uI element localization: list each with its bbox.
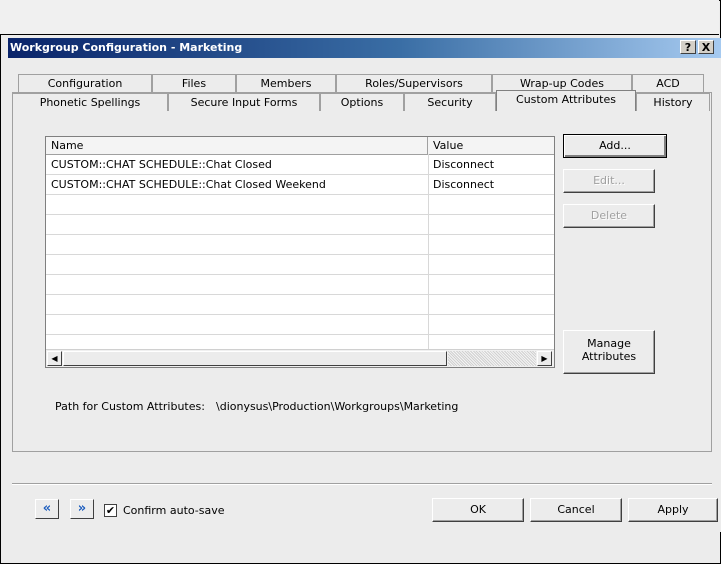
empty-row [46, 315, 554, 335]
dialog-titlebar: Workgroup Configuration - Marketing ? X [8, 38, 721, 58]
empty-row [46, 215, 554, 235]
path-label: Path for Custom Attributes: [55, 400, 205, 413]
table-row[interactable]: CUSTOM::CHAT SCHEDULE::Chat Closed Disco… [46, 155, 554, 175]
cell-name: CUSTOM::CHAT SCHEDULE::Chat Closed Weeke… [51, 178, 326, 191]
empty-row [46, 195, 554, 215]
tab-custom-attributes[interactable]: Custom Attributes [496, 90, 636, 111]
tab-members[interactable]: Members [236, 74, 336, 92]
custom-attributes-list[interactable]: Name Value CUSTOM::CHAT SCHEDULE::Chat C… [45, 136, 555, 368]
confirm-autosave-checkbox[interactable]: ✔ [104, 504, 117, 517]
cell-value: Disconnect [433, 158, 495, 171]
table-row[interactable]: CUSTOM::CHAT SCHEDULE::Chat Closed Weeke… [46, 175, 554, 195]
confirm-autosave-label[interactable]: Confirm auto-save [123, 504, 225, 517]
empty-row [46, 235, 554, 255]
tab-phonetic-spellings[interactable]: Phonetic Spellings [12, 93, 168, 111]
footer-separator [12, 483, 712, 485]
path-value: \dionysus\Production\Workgroups\Marketin… [216, 400, 459, 413]
column-header-name[interactable]: Name [46, 137, 428, 154]
ok-button[interactable]: OK [432, 498, 524, 522]
manage-attributes-label-line1: Manage [587, 337, 631, 350]
cell-name: CUSTOM::CHAT SCHEDULE::Chat Closed [51, 158, 272, 171]
apply-button[interactable]: Apply [628, 498, 718, 522]
next-icon[interactable]: » [70, 499, 94, 519]
tab-security[interactable]: Security [404, 93, 496, 111]
tab-options[interactable]: Options [320, 93, 404, 111]
tab-files[interactable]: Files [152, 74, 236, 92]
scroll-left-icon[interactable]: ◀ [47, 351, 62, 366]
column-header-value[interactable]: Value [428, 137, 554, 154]
outer-window-top-area [0, 0, 719, 35]
scrollbar-thumb[interactable] [63, 351, 447, 366]
cell-value: Disconnect [433, 178, 495, 191]
list-header: Name Value [46, 137, 554, 155]
tab-secure-input-forms[interactable]: Secure Input Forms [168, 93, 320, 111]
close-button[interactable]: X [698, 40, 714, 54]
scrollbar-track[interactable] [448, 351, 536, 366]
horizontal-scrollbar[interactable]: ◀ ▶ [46, 349, 554, 367]
tab-history[interactable]: History [636, 93, 710, 111]
edit-button[interactable]: Edit... [563, 169, 655, 193]
tab-roles-supervisors[interactable]: Roles/Supervisors [336, 74, 492, 92]
scroll-right-icon[interactable]: ▶ [537, 351, 552, 366]
cancel-button[interactable]: Cancel [530, 498, 622, 522]
manage-attributes-label-line2: Attributes [581, 350, 637, 363]
manage-attributes-button[interactable]: Manage Attributes [563, 330, 655, 374]
dialog-title: Workgroup Configuration - Marketing [10, 41, 243, 54]
previous-icon[interactable]: « [35, 499, 59, 519]
help-button[interactable]: ? [680, 40, 696, 54]
empty-row [46, 295, 554, 315]
delete-button[interactable]: Delete [563, 204, 655, 228]
empty-row [46, 275, 554, 295]
add-button[interactable]: Add... [563, 134, 667, 158]
empty-row [46, 255, 554, 275]
tab-configuration[interactable]: Configuration [18, 74, 152, 92]
tab-acd[interactable]: ACD [632, 74, 704, 92]
